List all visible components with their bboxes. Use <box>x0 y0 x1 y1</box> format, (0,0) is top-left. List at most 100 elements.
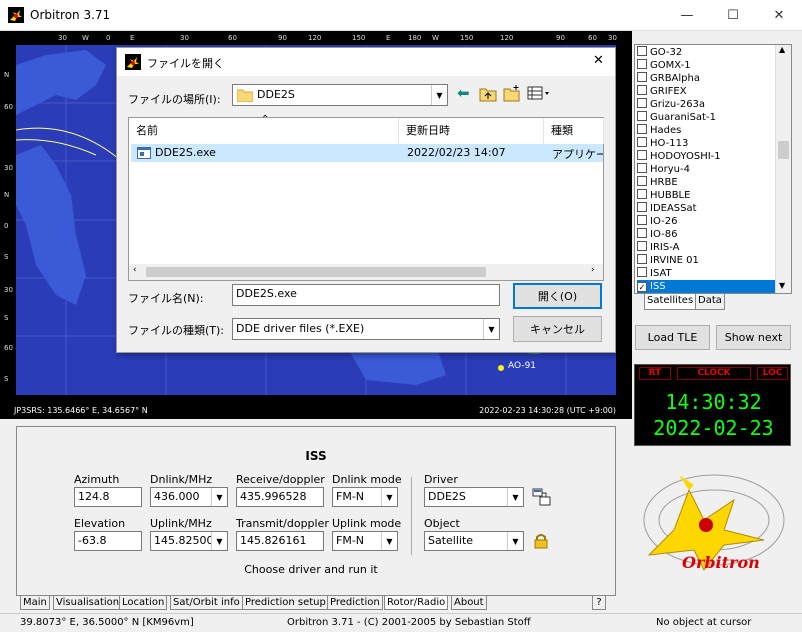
satellite-list-item[interactable]: HRBE <box>637 176 678 189</box>
satellite-checkbox[interactable] <box>637 150 647 160</box>
satellite-checkbox[interactable] <box>637 202 647 212</box>
satellite-list-item[interactable]: HODOYOSHI-1 <box>637 150 721 163</box>
tab-about[interactable]: About <box>451 596 487 610</box>
tab-visualisation[interactable]: Visualisation <box>53 596 123 610</box>
satellite-checkbox[interactable] <box>637 111 647 121</box>
view-menu-icon[interactable] <box>527 86 551 100</box>
elevation-field[interactable]: -63.8 <box>74 531 142 551</box>
satellite-list-item[interactable]: HUBBLE <box>637 189 690 202</box>
azimuth-field[interactable]: 124.8 <box>74 487 142 507</box>
mode-rt-button[interactable]: RT <box>639 367 671 380</box>
scroll-right-icon[interactable]: › <box>591 265 595 275</box>
satellite-checkbox[interactable] <box>637 98 647 108</box>
up-folder-icon[interactable] <box>479 86 497 102</box>
lock-icon[interactable] <box>534 533 548 549</box>
satellite-list-item[interactable]: IDEASSat <box>637 202 697 215</box>
maximize-button[interactable]: ☐ <box>710 0 756 31</box>
receive-field[interactable]: 435.996528 <box>236 487 324 507</box>
tab-location[interactable]: Location <box>119 596 168 610</box>
scrollbar-thumb[interactable] <box>778 141 789 159</box>
dialog-close-button[interactable]: ✕ <box>593 53 604 68</box>
satellite-list-scrollbar[interactable]: ▲ ▼ <box>775 45 791 293</box>
tab-prediction-setup[interactable]: Prediction setup <box>242 596 329 610</box>
satellite-checkbox[interactable]: ✓ <box>637 282 647 292</box>
satellite-list-item[interactable]: GO-32 <box>637 46 682 59</box>
satellite-list-item[interactable]: IO-26 <box>637 215 677 228</box>
satellite-list-item[interactable]: ✓ ISS <box>637 280 775 293</box>
file-list[interactable]: 名前 ⌃ 更新日時 種類 DDE2S.exe 2022/02/23 14:07 … <box>128 114 604 281</box>
horizontal-scrollbar[interactable]: ‹ › <box>129 264 603 280</box>
satellite-list-item[interactable]: HO-113 <box>637 137 688 150</box>
copyright-text: Orbitron 3.71 - (C) 2001-2005 by Sebasti… <box>287 617 531 628</box>
driver-combo[interactable]: DDE2S ▼ <box>424 487 524 507</box>
load-tle-button[interactable]: Load TLE <box>635 325 710 350</box>
sort-up-icon: ⌃ <box>261 114 270 125</box>
map-top-tick: W <box>432 34 439 42</box>
satellite-list-item[interactable]: Hades <box>637 124 681 137</box>
scroll-up-icon[interactable]: ▲ <box>779 45 785 54</box>
run-driver-icon[interactable] <box>532 487 552 507</box>
object-combo[interactable]: Satellite ▼ <box>424 531 524 551</box>
satellite-checkbox[interactable] <box>637 228 647 238</box>
location-combo[interactable]: DDE2S ▼ <box>232 84 448 106</box>
mode-clock-button[interactable]: CLOCK <box>677 367 751 380</box>
satellite-checkbox[interactable] <box>637 176 647 186</box>
satellite-checkbox[interactable] <box>637 215 647 225</box>
satellite-list-item[interactable]: Horyu-4 <box>637 163 690 176</box>
satellite-checkbox[interactable] <box>637 267 647 277</box>
dnmode-combo[interactable]: FM-N ▼ <box>332 487 398 507</box>
upmode-combo[interactable]: FM-N ▼ <box>332 531 398 551</box>
show-next-button[interactable]: Show next <box>716 325 791 350</box>
cancel-button[interactable]: キャンセル <box>513 316 602 342</box>
close-button[interactable]: ✕ <box>756 0 802 31</box>
satellite-checkbox[interactable] <box>637 124 647 134</box>
satellite-name-label: IRIS-A <box>650 242 680 253</box>
scrollbar-thumb[interactable] <box>146 267 486 277</box>
satellite-checkbox[interactable] <box>637 46 647 56</box>
tab-sat-orbit-info[interactable]: Sat/Orbit info <box>170 596 243 610</box>
dnlink-combo[interactable]: 436.000 ▼ <box>150 487 228 507</box>
filename-input[interactable]: DDE2S.exe <box>232 284 500 306</box>
satellite-checkbox[interactable] <box>637 241 647 251</box>
satellite-list-item[interactable]: IRVINE 01 <box>637 254 699 267</box>
satellite-list[interactable]: GO-32 GOMX-1 GRBAlpha GRIFEX Grizu-263a Guara… <box>634 44 792 294</box>
satellite-list-item[interactable]: IO-86 <box>637 228 677 241</box>
back-arrow-icon[interactable]: ⬅ <box>457 84 470 102</box>
tab-data[interactable]: Data <box>695 294 725 310</box>
tab-main[interactable]: Main <box>20 596 50 610</box>
satellite-list-item[interactable]: GOMX-1 <box>637 59 691 72</box>
satellite-checkbox[interactable] <box>637 72 647 82</box>
filetype-combo[interactable]: DDE driver files (*.EXE) ▼ <box>232 318 500 340</box>
satellite-list-item[interactable]: Grizu-263a <box>637 98 705 111</box>
satellite-list-item[interactable]: ISAT <box>637 267 672 280</box>
dnlink-label: Dnlink/MHz <box>150 473 213 486</box>
transmit-field[interactable]: 145.826161 <box>236 531 324 551</box>
uplink-combo[interactable]: 145.825000 ▼ <box>150 531 228 551</box>
column-header-type[interactable]: 種類 <box>544 118 604 144</box>
satellite-list-item[interactable]: GRIFEX <box>637 85 687 98</box>
satellite-checkbox[interactable] <box>637 189 647 199</box>
satellite-list-item[interactable]: IRIS-A <box>637 241 679 254</box>
column-header-date[interactable]: 更新日時 <box>399 118 544 144</box>
map-left-tick: 60 <box>4 344 13 352</box>
new-folder-icon[interactable] <box>503 84 521 102</box>
file-row[interactable]: DDE2S.exe 2022/02/23 14:07 アプリケーシ <box>131 144 603 162</box>
open-button[interactable]: 開く(O) <box>513 283 602 309</box>
tab-prediction[interactable]: Prediction <box>327 596 383 610</box>
satellite-checkbox[interactable] <box>637 254 647 264</box>
scroll-down-icon[interactable]: ▼ <box>779 281 785 290</box>
help-tab[interactable]: ? <box>592 596 606 610</box>
tab-rotor-radio[interactable]: Rotor/Radio <box>384 596 449 610</box>
satellite-list-item[interactable]: GRBAlpha <box>637 72 700 85</box>
tab-satellites[interactable]: Satellites <box>644 294 697 310</box>
satellite-checkbox[interactable] <box>637 85 647 95</box>
minimize-button[interactable]: — <box>664 0 710 31</box>
satellite-checkbox[interactable] <box>637 59 647 69</box>
map-top-tick: 60 <box>228 34 237 42</box>
satellite-checkbox[interactable] <box>637 137 647 147</box>
satellite-list-item[interactable]: GuaraniSat-1 <box>637 111 716 124</box>
dialog-title: ファイルを開く <box>147 57 224 70</box>
satellite-checkbox[interactable] <box>637 163 647 173</box>
scroll-left-icon[interactable]: ‹ <box>133 265 137 275</box>
mode-loc-button[interactable]: LOC <box>757 367 788 380</box>
